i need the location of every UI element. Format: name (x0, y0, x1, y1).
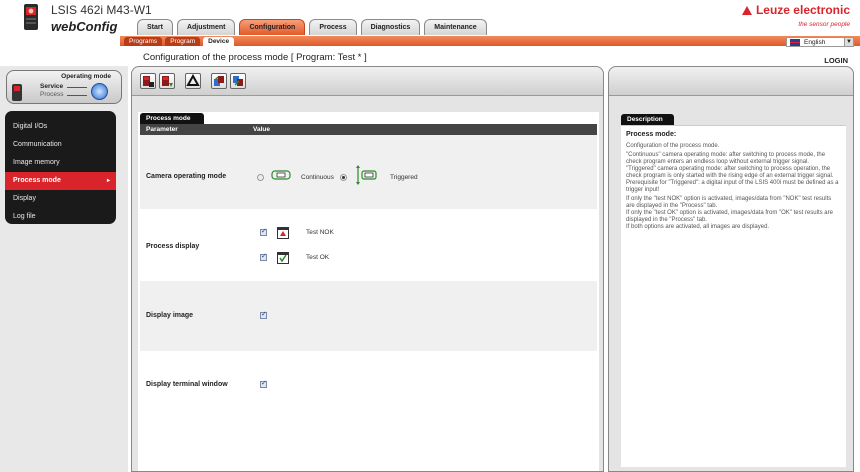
description-p5: If only the "test NOK" option is activat… (626, 196, 832, 209)
recycle-icon[interactable] (185, 73, 201, 89)
language-select[interactable]: English ▼ (786, 37, 854, 47)
transfer-up-icon[interactable] (211, 73, 227, 89)
display-terminal-label: Display terminal window (146, 381, 228, 388)
operating-mode-panel: Operating mode Service Process (6, 70, 122, 104)
page-title: Configuration of the process mode [ Prog… (143, 52, 367, 63)
app-name: LSIS 462i M43-W1 (51, 3, 152, 17)
tab-diagnostics[interactable]: Diagnostics (360, 19, 421, 35)
description-p2: "Continuous" camera operating mode: afte… (626, 152, 826, 165)
display-image-label: Display image (146, 312, 194, 319)
operating-mode-title: Operating mode (61, 73, 111, 80)
device-camera-icon (22, 3, 40, 31)
radio-continuous[interactable] (257, 174, 264, 181)
description-p6: If only the "test OK" option is activate… (626, 210, 833, 223)
test-nok-label: Test NOK (306, 229, 334, 236)
nav-display[interactable]: Display (5, 190, 116, 208)
process-mode-table-header: Parameter Value (140, 124, 597, 135)
description-body: Process mode: Configuration of the proce… (621, 125, 846, 467)
brand-tagline: the sensor people (798, 21, 850, 28)
sub-tabs: Programs Program Device (124, 37, 235, 46)
description-p1: Configuration of the process mode. (626, 143, 720, 149)
process-mode-tab[interactable]: Process mode (140, 113, 204, 124)
nav-digital-ios[interactable]: Digital I/Os (5, 118, 116, 136)
triggered-label: Triggered (390, 174, 418, 181)
uk-flag-icon (790, 38, 800, 46)
process-display-label: Process display (146, 243, 200, 250)
checkbox-display-terminal[interactable] (260, 379, 267, 388)
description-p7: If both options are activated, all image… (626, 224, 770, 230)
tab-configuration[interactable]: Configuration (239, 19, 306, 35)
row-process-display: Process display Test NOK Test OK (140, 209, 597, 281)
operating-mode-service: Service (40, 83, 64, 90)
camera-save-icon[interactable] (140, 73, 156, 89)
description-panel: Description Process mode: Configuration … (608, 66, 854, 472)
subtab-device[interactable]: Device (203, 37, 235, 46)
ok-image-icon (277, 252, 289, 264)
nav-image-memory[interactable]: Image memory (5, 154, 116, 172)
row-display-terminal: Display terminal window (140, 351, 597, 421)
nav-communication[interactable]: Communication (5, 136, 116, 154)
brand-name: Leuze electronic (755, 3, 850, 17)
camera-mode-label: Camera operating mode (146, 173, 227, 180)
camera-load-icon[interactable] (159, 73, 175, 89)
checkbox-test-ok[interactable] (260, 252, 267, 261)
nok-image-icon (277, 227, 289, 239)
main-tabs: Start Adjustment Configuration Process D… (137, 19, 487, 36)
brand-logo: Leuze electronic (741, 3, 850, 17)
left-nav: Digital I/Os Communication Image memory … (5, 111, 116, 224)
brand-triangle-icon (741, 6, 752, 15)
description-tab[interactable]: Description (621, 114, 674, 125)
row-camera-mode: Camera operating mode Continuous Trigger… (140, 135, 597, 209)
service-connector-line (67, 87, 87, 88)
col-parameter: Parameter (146, 126, 178, 133)
title-row: Configuration of the process mode [ Prog… (0, 49, 860, 66)
tab-adjustment[interactable]: Adjustment (176, 19, 236, 35)
row-display-image: Display image (140, 281, 597, 351)
col-value: Value (253, 126, 270, 133)
toolbar (132, 67, 603, 96)
subtab-program[interactable]: Program (165, 37, 201, 46)
radio-triggered[interactable] (340, 174, 347, 181)
description-heading: Process mode: (626, 131, 677, 138)
camera-icon (12, 84, 22, 101)
nav-log-file[interactable]: Log file (5, 208, 116, 226)
process-connector-line (67, 95, 87, 96)
login-link[interactable]: LOGIN (824, 56, 848, 65)
tab-maintenance[interactable]: Maintenance (424, 19, 487, 35)
description-toolbar (609, 67, 853, 96)
mode-toggle-button[interactable] (91, 83, 108, 100)
chevron-down-icon[interactable]: ▼ (844, 38, 853, 46)
checkbox-display-image[interactable] (260, 310, 267, 319)
subtab-programs[interactable]: Programs (124, 37, 163, 46)
nav-process-mode[interactable]: Process mode (5, 172, 116, 190)
description-p3: "Triggered" camera operating mode: after… (626, 166, 834, 179)
continuous-label: Continuous (301, 174, 334, 181)
left-sidebar: Operating mode Service Process Digital I… (0, 66, 128, 472)
language-value: English (804, 38, 826, 46)
triggered-icon (356, 165, 377, 185)
transfer-down-icon[interactable] (230, 73, 246, 89)
tab-start[interactable]: Start (137, 19, 173, 35)
app-subtitle: webConfig (51, 19, 118, 34)
operating-mode-process: Process (40, 91, 64, 98)
test-ok-label: Test OK (306, 254, 330, 261)
description-p4: Prerequisite for "Triggered": a digital … (626, 180, 839, 193)
checkbox-test-nok[interactable] (260, 227, 267, 236)
tab-process[interactable]: Process (309, 19, 357, 35)
continuous-loop-icon (271, 170, 291, 180)
